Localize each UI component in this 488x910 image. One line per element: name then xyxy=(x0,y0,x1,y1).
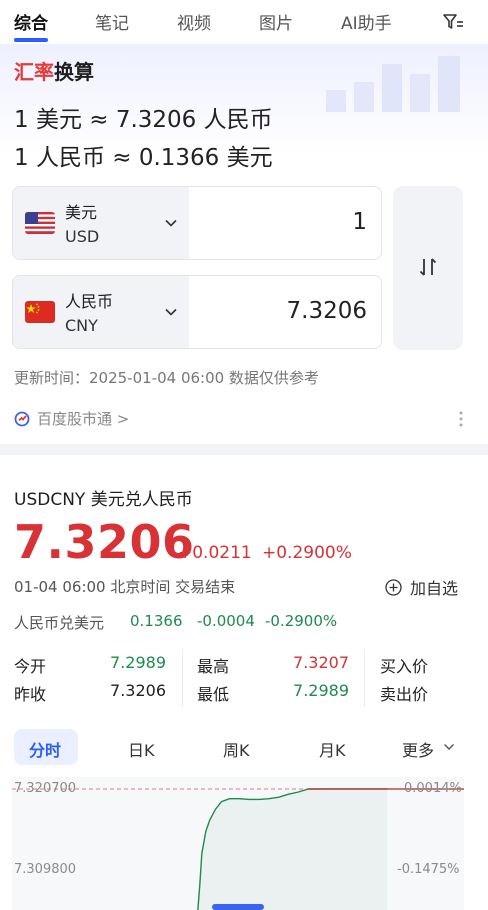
price-area xyxy=(190,789,388,910)
from-currency-row: 美元 USD 1 xyxy=(12,186,382,260)
quote-card: USDCNY 美元兑人民币 7.3206 +0.0211 +0.2900% 01… xyxy=(0,455,488,910)
quote-title: USDCNY 美元兑人民币 xyxy=(14,490,193,510)
exchange-converter-card: 汇率换算 1 美元 ≈ 7.3206 人民币 1 人民币 ≈ 0.1366 美元… xyxy=(0,44,488,444)
update-time: 更新时间：2025-01-04 06:00 数据仅供参考 xyxy=(14,369,319,387)
y-tick-bottom-left: 7.309800 xyxy=(14,862,77,877)
more-vertical-icon[interactable] xyxy=(458,410,464,428)
source-link[interactable]: 百度股市通 > xyxy=(14,408,129,429)
add-watchlist-button[interactable]: 加自选 xyxy=(385,575,458,599)
swap-currency-button[interactable] xyxy=(393,186,463,350)
card-title: 汇率换算 xyxy=(14,56,94,85)
rate-usd-to-cny: 1 美元 ≈ 7.3206 人民币 xyxy=(14,107,273,133)
filter-icon[interactable] xyxy=(442,12,464,32)
y-tick-top-left: 7.320700 xyxy=(14,781,77,796)
chevron-down-icon xyxy=(165,219,177,227)
drag-handle[interactable] xyxy=(212,904,264,910)
period-tab-monthly[interactable]: 月K xyxy=(319,737,346,761)
to-currency-select[interactable]: 人民币 CNY xyxy=(13,276,189,348)
y-tick-bottom-right: -0.1475% xyxy=(397,862,460,877)
intraday-chart[interactable] xyxy=(12,777,464,910)
stat-open-label: 今开 xyxy=(14,657,47,676)
stats-divider xyxy=(364,649,365,707)
quote-time: 01-04 06:00 北京时间 交易结束 xyxy=(14,578,236,596)
tab-notes[interactable]: 笔记 xyxy=(95,9,129,34)
from-currency-name: 美元 xyxy=(65,203,98,222)
stat-sell-label: 卖出价 xyxy=(380,685,429,704)
to-currency-row: 人民币 CNY 7.3206 xyxy=(12,275,382,349)
chevron-down-icon xyxy=(444,744,454,750)
to-amount-input[interactable]: 7.3206 xyxy=(287,298,367,324)
to-currency-name: 人民币 xyxy=(65,292,114,311)
chevron-down-icon xyxy=(165,308,177,316)
stat-open-value: 7.2989 xyxy=(110,653,166,672)
rate-cny-to-usd: 1 人民币 ≈ 0.1366 美元 xyxy=(14,145,273,171)
inverse-value: 0.1366 xyxy=(130,612,183,630)
quote-change-pct: +0.2900% xyxy=(262,543,352,563)
add-watchlist-label: 加自选 xyxy=(410,579,459,598)
inverse-label: 人民币兑美元 xyxy=(14,614,105,632)
stat-prev-close-label: 昨收 xyxy=(14,685,47,704)
active-tab-indicator xyxy=(14,38,48,42)
card-title-rest: 换算 xyxy=(54,60,94,84)
period-tab-intraday[interactable]: 分时 xyxy=(29,737,61,761)
from-amount-input[interactable]: 1 xyxy=(352,209,367,235)
card-title-highlight: 汇率 xyxy=(14,60,54,84)
stat-low-label: 最低 xyxy=(197,685,230,704)
tab-images[interactable]: 图片 xyxy=(259,9,293,34)
plus-circle-icon xyxy=(385,578,402,596)
to-currency-code: CNY xyxy=(65,316,98,335)
stat-buy-label: 买入价 xyxy=(380,657,429,676)
period-tab-daily[interactable]: 日K xyxy=(128,737,155,761)
inverse-change-pct: -0.2900% xyxy=(265,612,338,630)
swap-arrows-icon xyxy=(419,258,437,276)
stat-high-label: 最高 xyxy=(197,657,230,676)
y-tick-top-right: 0.0014% xyxy=(404,781,462,796)
from-currency-select[interactable]: 美元 USD xyxy=(13,187,189,259)
from-currency-code: USD xyxy=(65,227,100,246)
stats-divider xyxy=(182,649,183,707)
quote-price: 7.3206 xyxy=(14,515,195,569)
period-tab-weekly[interactable]: 周K xyxy=(223,737,250,761)
stat-high-value: 7.3207 xyxy=(293,653,349,672)
tab-all[interactable]: 综合 xyxy=(14,9,48,34)
bar-decoration-icon xyxy=(326,56,460,112)
period-tab-more[interactable]: 更多 xyxy=(402,737,434,761)
cn-flag-icon xyxy=(25,301,55,323)
source-label: 百度股市通 > xyxy=(37,410,130,428)
stat-low-value: 7.2989 xyxy=(293,681,349,700)
stat-prev-close-value: 7.3206 xyxy=(110,681,166,700)
inverse-change: -0.0004 xyxy=(197,612,255,630)
top-tab-bar: 综合 笔记 视频 图片 AI助手 xyxy=(0,0,488,44)
tab-video[interactable]: 视频 xyxy=(177,9,211,34)
us-flag-icon xyxy=(25,212,55,234)
baidu-stock-icon xyxy=(14,411,30,426)
tab-ai-assistant[interactable]: AI助手 xyxy=(341,9,392,34)
quote-change: +0.0211 xyxy=(178,543,252,563)
